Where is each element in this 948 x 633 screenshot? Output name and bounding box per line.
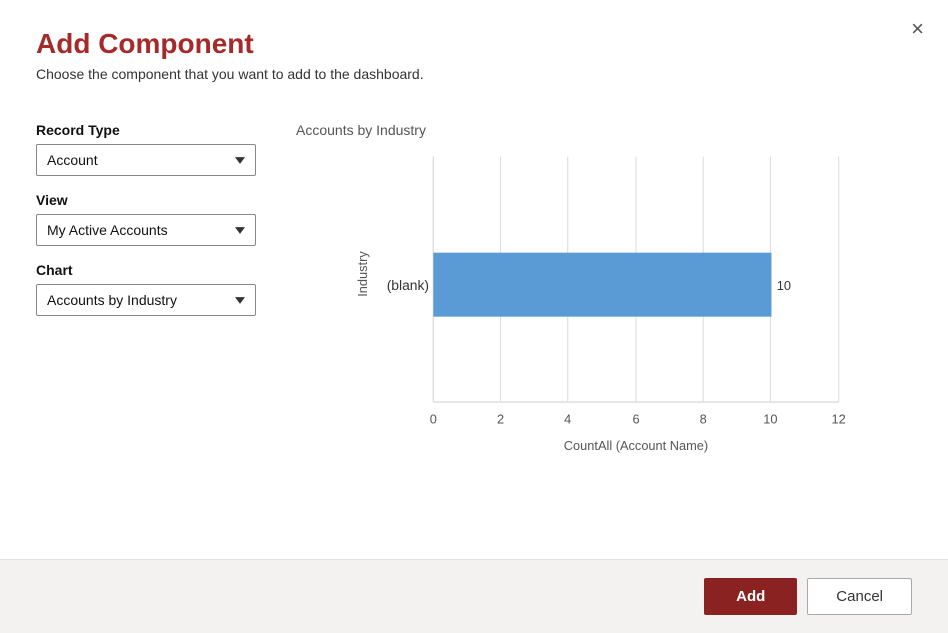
svg-text:(blank): (blank) — [387, 277, 429, 293]
close-button[interactable]: × — [911, 18, 924, 40]
svg-text:8: 8 — [700, 411, 707, 426]
view-dropdown[interactable]: My Active Accounts — [36, 214, 256, 246]
dialog-body: Record Type Account View My Active Accou… — [0, 92, 948, 559]
left-panel: Record Type Account View My Active Accou… — [36, 122, 256, 539]
chart-field-group: Chart Accounts by Industry — [36, 262, 256, 316]
svg-text:2: 2 — [497, 411, 504, 426]
add-component-dialog: Add Component Choose the component that … — [0, 0, 948, 633]
chart-dropdown[interactable]: Accounts by Industry — [36, 284, 256, 316]
svg-text:10: 10 — [763, 411, 777, 426]
chart-bar — [433, 253, 771, 317]
svg-text:CountAll (Account Name): CountAll (Account Name) — [564, 438, 708, 453]
cancel-button[interactable]: Cancel — [807, 578, 912, 615]
view-field-group: View My Active Accounts — [36, 192, 256, 246]
record-type-label: Record Type — [36, 122, 256, 138]
svg-text:4: 4 — [564, 411, 571, 426]
add-button[interactable]: Add — [704, 578, 797, 615]
svg-text:Industry: Industry — [355, 251, 370, 297]
dialog-subtitle: Choose the component that you want to ad… — [36, 66, 912, 82]
dialog-footer: Add Cancel — [0, 559, 948, 633]
chart-svg: 0 2 4 6 8 10 12 CountAll (Account Name) … — [296, 146, 912, 466]
dialog-header: Add Component Choose the component that … — [0, 0, 948, 92]
right-panel: Accounts by Industry — [296, 122, 912, 539]
dialog-title: Add Component — [36, 28, 912, 60]
record-type-dropdown[interactable]: Account — [36, 144, 256, 176]
chart-label: Chart — [36, 262, 256, 278]
record-type-field-group: Record Type Account — [36, 122, 256, 176]
chart-container: 0 2 4 6 8 10 12 CountAll (Account Name) … — [296, 146, 912, 539]
svg-text:0: 0 — [430, 411, 437, 426]
svg-text:12: 12 — [832, 411, 846, 426]
svg-text:6: 6 — [632, 411, 639, 426]
svg-text:10: 10 — [777, 278, 791, 293]
view-label: View — [36, 192, 256, 208]
chart-title: Accounts by Industry — [296, 122, 912, 138]
